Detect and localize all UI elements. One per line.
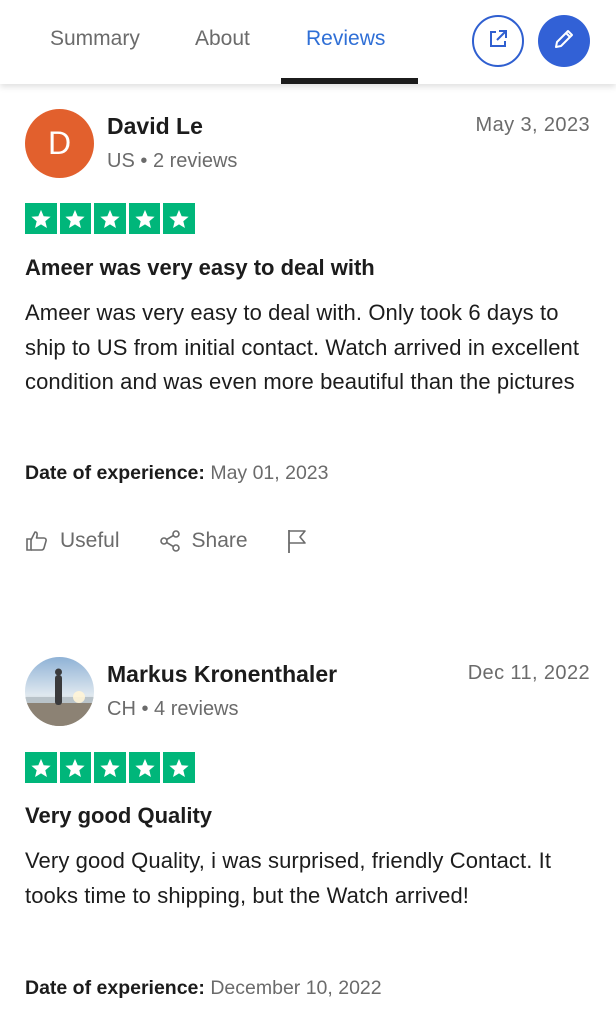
star-icon <box>94 203 126 234</box>
date-of-experience-value: December 10, 2022 <box>210 977 382 999</box>
share-icon <box>158 529 182 553</box>
useful-button[interactable]: Useful <box>25 529 120 553</box>
share-label: Share <box>191 529 248 552</box>
review-date: Dec 11, 2022 <box>467 662 590 684</box>
pencil-icon <box>552 27 576 56</box>
reviewer-review-count: 4 reviews <box>154 698 239 720</box>
flag-icon <box>286 528 310 554</box>
reviewer-name[interactable]: David Le <box>107 113 203 140</box>
tab-about[interactable]: About <box>195 27 250 51</box>
reviewer-review-count: 2 reviews <box>152 150 238 172</box>
date-of-experience-value: May 01, 2023 <box>210 462 329 484</box>
avatar-initial: D <box>47 125 72 161</box>
star-rating <box>25 752 195 783</box>
review-body: Ameer was very easy to deal with. Only t… <box>25 300 580 394</box>
star-icon <box>25 203 57 234</box>
star-icon <box>163 203 195 234</box>
date-of-experience: Date of experience: December 10, 2022 <box>25 977 382 1000</box>
review-date: May 3, 2023 <box>475 114 590 136</box>
reviewer-name[interactable]: Markus Kronenthaler <box>107 661 337 688</box>
meta-separator: • <box>140 150 148 172</box>
star-icon <box>25 752 57 783</box>
star-icon <box>59 203 92 234</box>
reviewer-country: CH <box>107 698 136 720</box>
active-tab-indicator <box>281 78 418 84</box>
avatar[interactable] <box>25 657 94 726</box>
review-title[interactable]: Very good Quality <box>25 803 212 829</box>
reviewer-meta: US • 2 reviews <box>107 150 237 173</box>
star-icon <box>128 203 161 234</box>
report-button[interactable] <box>286 528 310 554</box>
star-icon <box>59 752 92 783</box>
star-rating <box>25 203 195 234</box>
tab-reviews[interactable]: Reviews <box>306 27 385 51</box>
tab-summary[interactable]: Summary <box>50 27 140 51</box>
avatar[interactable]: D <box>25 109 94 178</box>
top-tab-bar: Summary About Reviews <box>0 0 616 84</box>
review-title[interactable]: Ameer was very easy to deal with <box>25 255 375 281</box>
write-review-button[interactable] <box>538 15 590 67</box>
star-icon <box>94 752 126 783</box>
reviewer-country: US <box>107 150 135 172</box>
meta-separator: • <box>141 698 149 720</box>
reviewer-meta: CH • 4 reviews <box>107 698 239 721</box>
useful-label: Useful <box>60 529 120 552</box>
share-button[interactable]: Share <box>158 529 248 553</box>
star-icon <box>128 752 161 783</box>
date-of-experience-label: Date of experience: <box>25 977 205 999</box>
star-icon <box>163 752 195 783</box>
avatar-photo <box>25 657 94 726</box>
date-of-experience-label: Date of experience: <box>25 462 205 484</box>
external-link-button[interactable] <box>472 15 524 67</box>
date-of-experience: Date of experience: May 01, 2023 <box>25 462 329 485</box>
thumbs-up-icon <box>25 529 49 553</box>
external-link-icon <box>487 28 509 55</box>
review-actions: Useful Share <box>25 528 310 554</box>
review-body: Very good Quality, i was surprised, frie… <box>25 848 552 908</box>
